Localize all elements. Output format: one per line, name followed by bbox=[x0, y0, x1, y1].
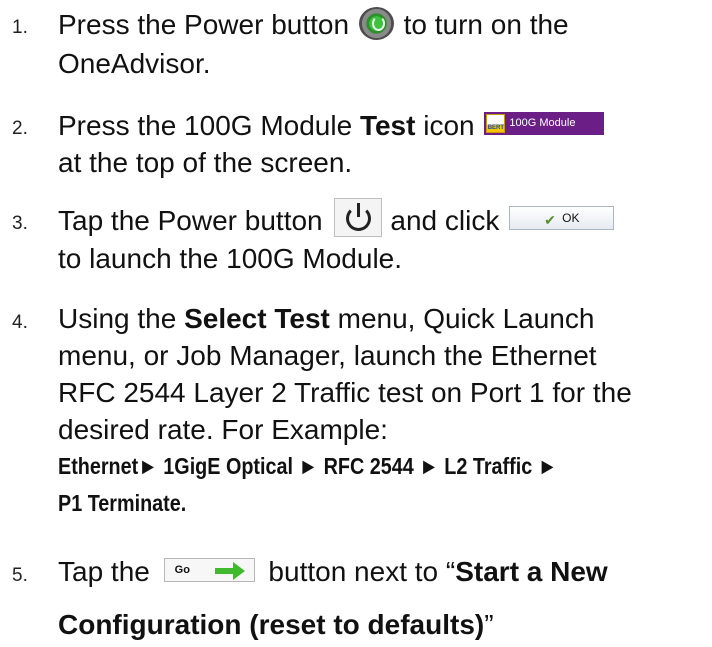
step-number: 4. bbox=[12, 312, 28, 333]
step-text: Tap the Power button and click ✔ OK bbox=[58, 198, 615, 242]
step-text-part: Press the 100G Module bbox=[58, 110, 360, 141]
menu-path: Ethernet► 1GigE Optical ► RFC 2544 ► L2 … bbox=[58, 448, 639, 485]
step-text-bold: Test bbox=[359, 110, 416, 141]
power-icon bbox=[358, 7, 394, 41]
step-text-bold: Start a New bbox=[455, 556, 608, 587]
power-button bbox=[334, 198, 383, 238]
step-text: at the top of the screen. bbox=[58, 147, 353, 178]
step-text-part: Press the Power button bbox=[58, 9, 350, 40]
step-text: Configuration (reset to defaults)” bbox=[58, 606, 494, 643]
step-text-part: Tap the Power button bbox=[58, 205, 323, 236]
step-text-part: ” bbox=[484, 609, 494, 640]
step-number: 2. bbox=[12, 118, 28, 139]
ok-button-label: OK bbox=[562, 210, 580, 225]
step-text: Using the Select Test menu, Quick Launch bbox=[58, 300, 594, 337]
step-text: Tap the Go button next to “Start a New bbox=[58, 553, 608, 590]
step-text-part: Tap the bbox=[58, 556, 150, 587]
step-text-part: menu, Quick Launch bbox=[329, 303, 595, 334]
step-text-part: button next to “ bbox=[268, 556, 456, 587]
bert-module-icon: BERT bbox=[486, 114, 506, 134]
step-number: 5. bbox=[12, 565, 28, 586]
step-text-part: to turn on the bbox=[403, 9, 569, 40]
go-button: Go bbox=[163, 557, 255, 582]
step-text-part: icon bbox=[415, 110, 475, 141]
step-text: Press the Power button to turn on the bbox=[58, 6, 569, 43]
step-text-bold: Configuration (reset to defaults) bbox=[58, 609, 485, 640]
menu-path-line: Ethernet► 1GigE Optical ► RFC 2544 ► L2 … bbox=[58, 453, 558, 479]
menu-path-line: P1 Terminate. bbox=[58, 490, 187, 516]
step-text-part: Using the bbox=[58, 303, 185, 334]
arrow-right-icon bbox=[214, 561, 245, 580]
step-text: OneAdvisor. bbox=[58, 48, 211, 79]
checkmark-icon: ✔ bbox=[544, 211, 556, 228]
menu-path: P1 Terminate. bbox=[58, 485, 207, 522]
step-text: desired rate. For Example: bbox=[58, 414, 388, 445]
step-text: Press the 100G Module Test icon BERT 100… bbox=[58, 107, 605, 144]
ok-button: ✔ OK bbox=[509, 205, 615, 230]
module-badge: BERT 100G Module bbox=[484, 112, 605, 136]
module-badge-label: 100G Module bbox=[509, 117, 576, 130]
step-number: 1. bbox=[12, 17, 28, 38]
go-button-label: Go bbox=[174, 563, 190, 576]
step-text: to launch the 100G Module. bbox=[58, 243, 403, 274]
step-text-part: and click bbox=[390, 205, 500, 236]
step-text-bold: Select Test bbox=[184, 303, 330, 334]
step-text: menu, or Job Manager, launch the Etherne… bbox=[58, 340, 597, 371]
step-text: RFC 2544 Layer 2 Traffic test on Port 1 … bbox=[58, 377, 632, 408]
step-number: 3. bbox=[12, 213, 28, 234]
